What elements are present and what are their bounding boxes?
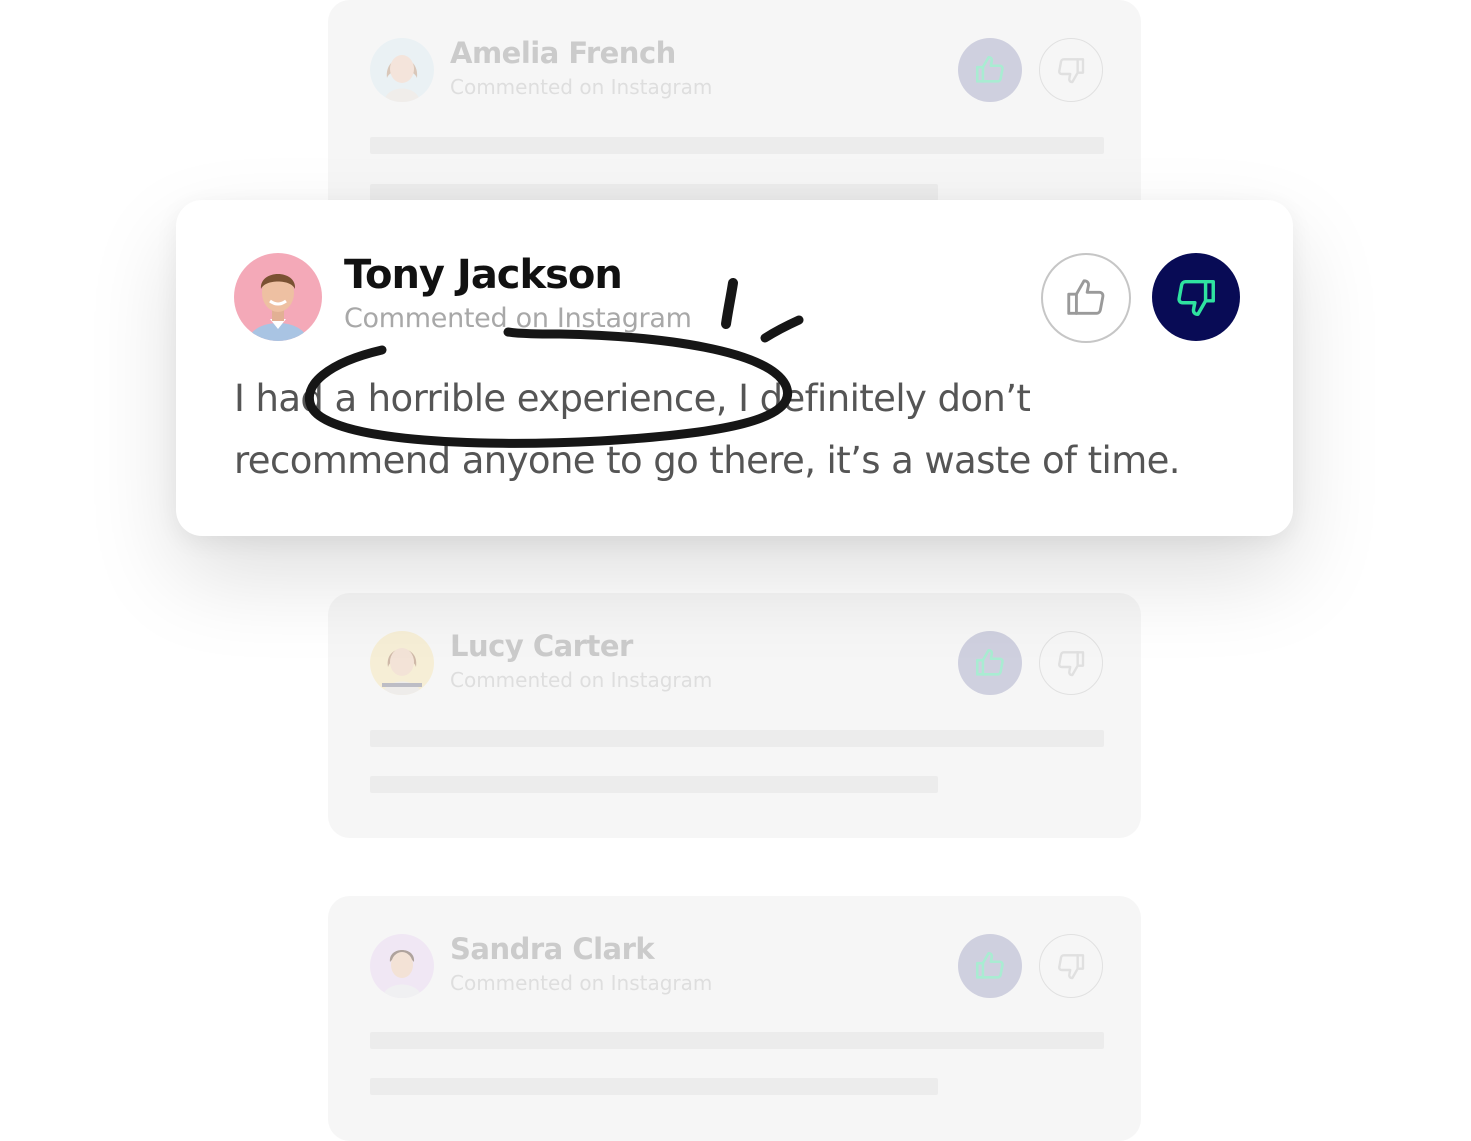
thumbs-up-icon [1067,279,1105,315]
thumbs-up-icon [975,951,1004,979]
comment-text: I had a horrible experience, I definitel… [234,368,1254,492]
comment-line: recommend anyone to go there, it’s a was… [234,439,1181,482]
comment-text-placeholder [370,184,938,201]
comment-text-placeholder [370,730,1104,747]
thumbs-down-icon [1177,279,1215,316]
thumbs-down-icon [1058,58,1085,84]
comment-source: Commented on Instagram [450,971,713,995]
commenter-name: Amelia French [450,36,676,70]
dislike-button-selected[interactable] [1152,253,1240,341]
dislike-button[interactable] [1039,38,1103,102]
comment-line: I had a horrible experience, I definitel… [234,377,1031,420]
featured-comment-card: Tony Jackson Commented on Instagram I ha… [176,200,1293,536]
comment-card-lucy: Lucy Carter Commented on Instagram [328,593,1141,838]
commenter-name: Tony Jackson [344,252,623,298]
comment-text-placeholder [370,1078,938,1095]
like-button[interactable] [958,38,1022,102]
comment-source: Commented on Instagram [450,668,713,692]
thumbs-up-icon [975,648,1004,676]
avatar [234,253,322,341]
commenter-name: Sandra Clark [450,932,655,966]
comment-text-placeholder [370,1032,1104,1049]
thumbs-down-icon [1058,954,1085,980]
comment-source: Commented on Instagram [450,75,713,99]
like-button[interactable] [958,631,1022,695]
avatar [370,934,434,998]
like-button[interactable] [958,934,1022,998]
commenter-name: Lucy Carter [450,629,633,663]
comment-text-placeholder [370,137,1104,154]
comment-text-placeholder [370,776,938,793]
comment-card-sandra: Sandra Clark Commented on Instagram [328,896,1141,1141]
dislike-button[interactable] [1039,934,1103,998]
like-button[interactable] [1041,253,1131,343]
thumbs-down-icon [1058,651,1085,677]
dislike-button[interactable] [1039,631,1103,695]
comment-source: Commented on Instagram [344,303,692,334]
avatar [370,38,434,102]
thumbs-up-icon [975,55,1004,83]
avatar [370,631,434,695]
